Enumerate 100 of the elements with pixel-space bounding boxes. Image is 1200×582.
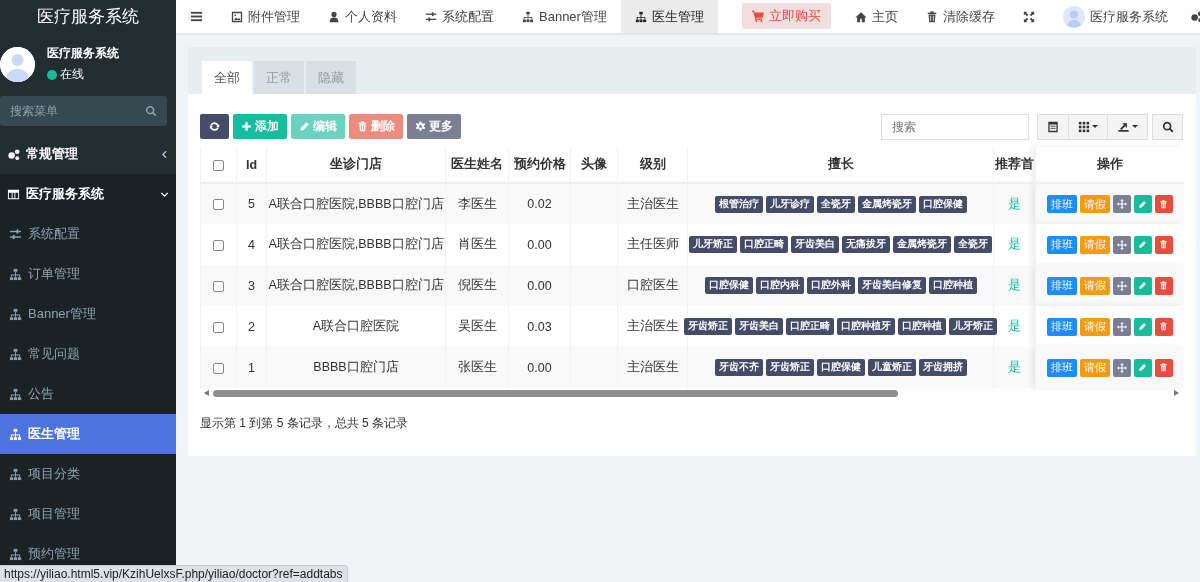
move-icon [1116, 280, 1127, 291]
move-icon [1116, 321, 1127, 332]
header-link[interactable]: 清除缓存 [912, 0, 1009, 33]
caret-icon [1132, 125, 1138, 128]
specialty-tag: 牙齿美白 [791, 236, 839, 253]
table-cell: 1 [248, 360, 255, 375]
sliders-icon [9, 227, 22, 241]
menu-item[interactable]: 公告 [0, 374, 176, 414]
move-button[interactable] [1112, 317, 1131, 336]
search-field[interactable]: 搜索 [881, 113, 1029, 140]
specialty-tag: 儿牙矫正 [689, 236, 737, 253]
select-all-checkbox[interactable] [213, 159, 224, 171]
table-cell: 主任医师 [626, 237, 679, 251]
header-link[interactable]: 主页 [841, 0, 912, 33]
scrollbar-thumb[interactable] [213, 389, 898, 397]
move-button[interactable] [1112, 276, 1131, 295]
menu-item[interactable]: 系统配置 [0, 214, 176, 254]
sitemap-icon [9, 467, 22, 481]
gears-icon [1190, 10, 1200, 23]
search-icon [1161, 120, 1174, 133]
picture-icon [231, 10, 243, 23]
column-header: 坐诊门店 [330, 157, 382, 171]
table-cell: 主治医生 [626, 319, 679, 333]
nav-tab[interactable]: 附件管理 [217, 0, 314, 33]
export-button[interactable] [1108, 113, 1148, 140]
menu-item[interactable]: 医生管理 [0, 414, 176, 454]
specialty-tag: 牙齿拥挤 [918, 359, 967, 376]
delete-button[interactable] [1154, 195, 1173, 213]
nav-tab[interactable]: 医生管理 [620, 0, 718, 33]
nav-tab[interactable]: 系统配置 [411, 0, 508, 33]
table-cell: 0.00 [527, 360, 552, 375]
table-cell: 是 [1008, 196, 1021, 211]
table-cell: 是 [1008, 278, 1021, 292]
home-icon [855, 10, 867, 23]
pagination-info: 显示第 1 到第 5 条记录，总共 5 条记录 [200, 415, 410, 432]
trash-icon [1159, 322, 1169, 331]
trash-icon [1159, 240, 1169, 249]
edit-button[interactable] [1133, 276, 1152, 295]
specialty-tag: 口腔种植 [928, 277, 977, 294]
link-url-tooltip: https://yiliao.html5.vip/KzihUelxsF.php/yiliao/doctor?ref=addtabs [0, 565, 348, 582]
sitemap-icon [9, 507, 22, 521]
plus-icon [241, 121, 252, 132]
table-cell: A联合口腔医院 [312, 319, 400, 333]
specialty-tag: 口腔正畸 [786, 318, 834, 335]
delete-button[interactable] [1154, 235, 1173, 254]
scroll-right-icon[interactable] [1174, 390, 1179, 396]
schedule-button[interactable]: 排班 [1046, 276, 1077, 295]
columns-button[interactable] [1069, 113, 1108, 140]
schedule-button[interactable]: 排班 [1046, 195, 1077, 213]
specialty-tag: 金属烤瓷牙 [893, 236, 951, 253]
nav-tab[interactable]: Banner管理 [508, 0, 621, 33]
sitemap-icon [9, 347, 22, 361]
menu-item[interactable]: 医疗服务系统 [0, 174, 176, 214]
move-button[interactable] [1112, 358, 1131, 377]
nav-tab[interactable]: 个人资料 [314, 0, 411, 33]
table-cell: 倪医生 [457, 278, 497, 292]
edit-button[interactable] [1133, 317, 1152, 336]
delete-button[interactable] [1154, 276, 1173, 295]
account-menu[interactable]: 医疗服务系统 [1049, 0, 1182, 33]
menu-item[interactable]: 订单管理 [0, 254, 176, 294]
move-icon [1116, 239, 1127, 250]
sliders-icon [425, 10, 437, 23]
schedule-button[interactable]: 排班 [1046, 317, 1077, 336]
row-checkbox[interactable] [213, 321, 224, 333]
search-field[interactable]: 搜索菜单 [0, 96, 167, 126]
specialty-tag: 口腔种植牙 [837, 318, 895, 335]
move-button[interactable] [1112, 235, 1131, 254]
more-button[interactable]: 更多 [407, 114, 461, 139]
refresh-button[interactable] [200, 114, 229, 139]
edit-button[interactable] [1133, 195, 1152, 213]
table-cell: 0.03 [527, 319, 552, 334]
menu-item[interactable]: 项目分类 [0, 454, 176, 494]
sitemap-icon [9, 387, 22, 401]
table-cell: 0.02 [527, 197, 552, 211]
specialty-tag: 全瓷牙 [954, 236, 992, 253]
delete-button[interactable] [1154, 317, 1173, 336]
specialty-tag: 牙齿美白修复 [857, 277, 926, 294]
edit-button[interactable] [1133, 358, 1152, 377]
edit-button[interactable] [1133, 235, 1152, 254]
row-checkbox[interactable] [213, 199, 224, 211]
menu-item[interactable]: 常见问题 [0, 334, 176, 374]
search-button[interactable] [1152, 113, 1183, 140]
schedule-button[interactable]: 排班 [1046, 235, 1077, 254]
scroll-left-icon[interactable] [204, 390, 209, 396]
toggle-view-button[interactable] [1037, 113, 1069, 140]
menu-item[interactable]: Banner管理 [0, 294, 176, 334]
row-checkbox[interactable] [213, 280, 224, 292]
pencil-icon [1138, 322, 1148, 331]
table-cell: 是 [1008, 237, 1021, 251]
column-header: 级别 [639, 157, 666, 171]
grid-icon [1078, 120, 1090, 133]
filter-tab[interactable]: 全部 [202, 61, 252, 94]
delete-button[interactable] [1154, 358, 1173, 377]
specialty-tag: 口腔外科 [806, 277, 855, 294]
row-checkbox[interactable] [213, 239, 224, 251]
move-button[interactable] [1112, 195, 1131, 213]
schedule-button[interactable]: 排班 [1046, 358, 1077, 377]
menu-item[interactable]: 项目管理 [0, 494, 176, 534]
row-checkbox[interactable] [213, 362, 224, 374]
specialty-tag: 无痛拔牙 [842, 236, 890, 253]
